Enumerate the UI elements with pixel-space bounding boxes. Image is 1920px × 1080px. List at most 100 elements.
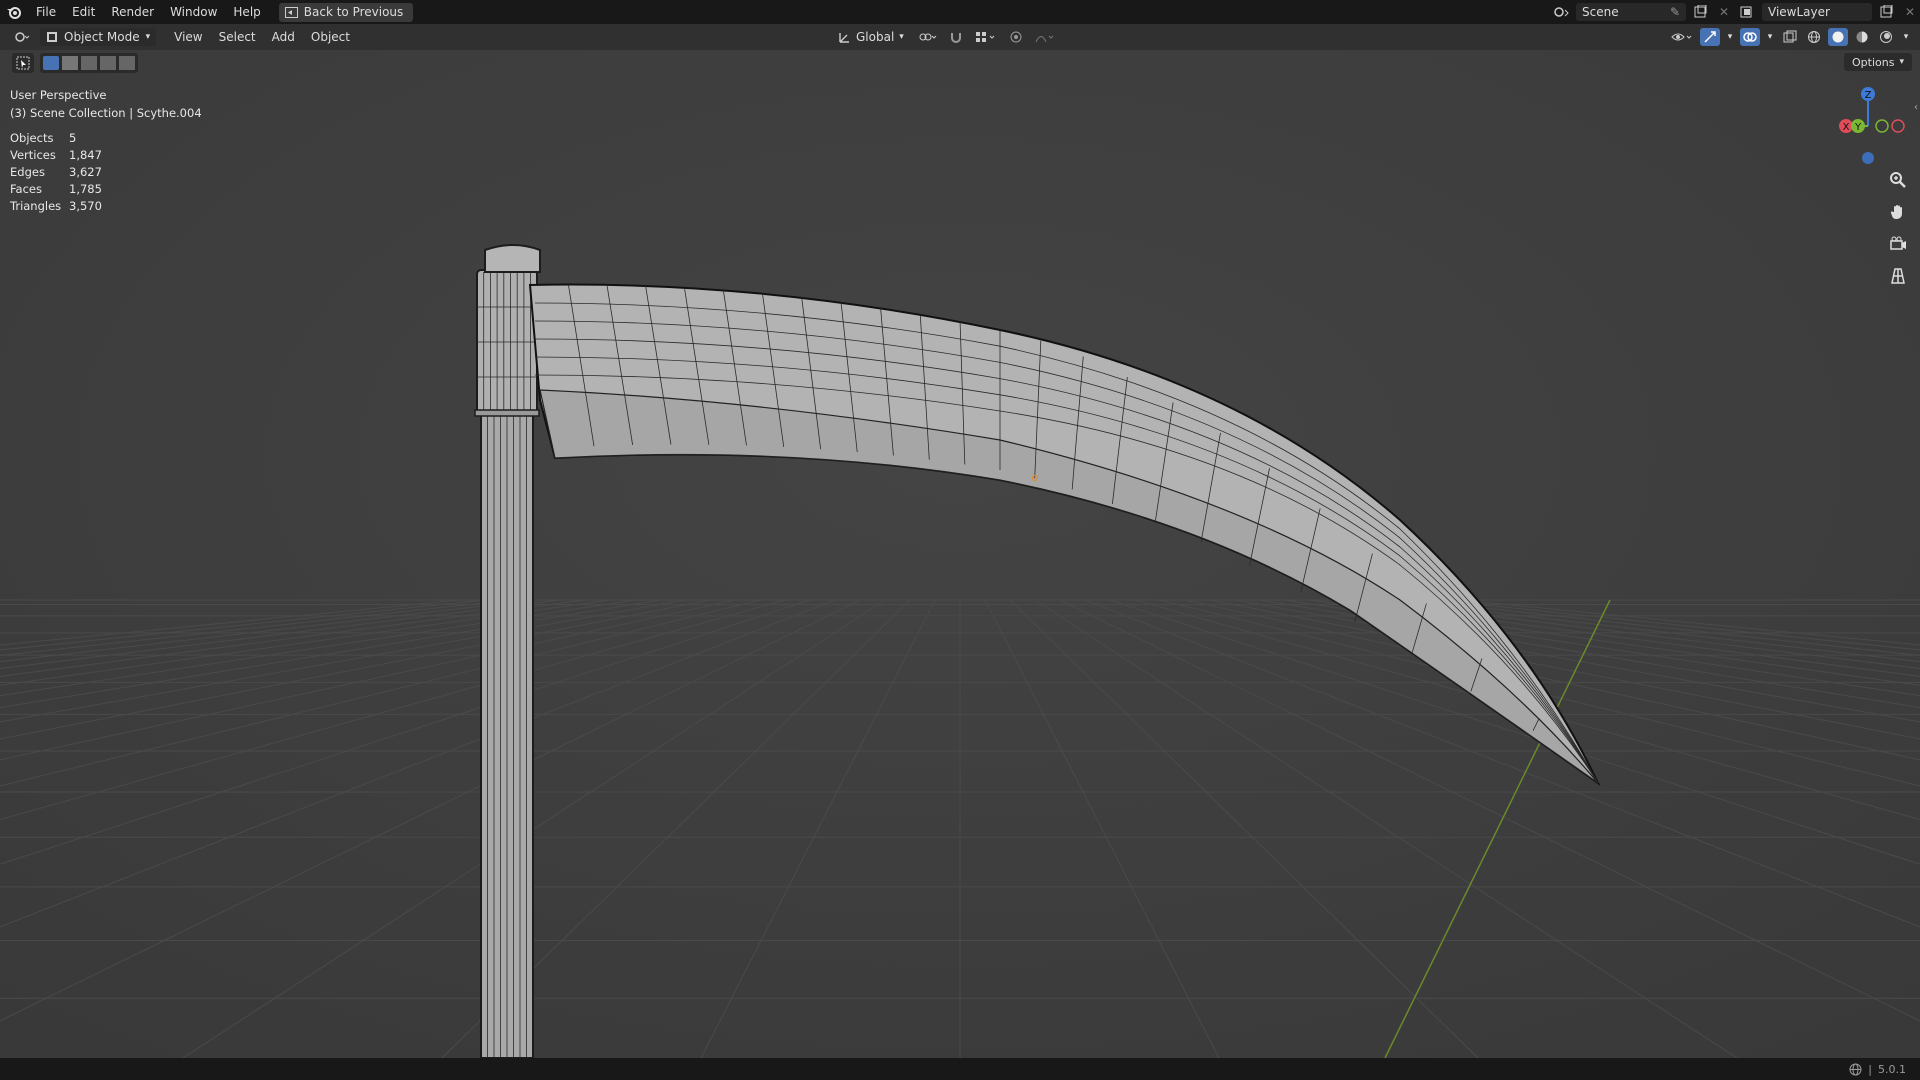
neg-x-axis-handle[interactable] [1891, 119, 1905, 133]
gizmo-dropdown-icon[interactable]: ▾ [1724, 28, 1736, 46]
stat-row: Vertices 1,847 [10, 147, 102, 164]
shading-wireframe-icon[interactable] [1804, 28, 1824, 46]
select-intersect-icon[interactable] [119, 56, 135, 70]
menu-select[interactable]: Select [211, 30, 264, 44]
workspace-right: Scene ✎ ✕ ViewLayer ✕ [1552, 0, 1920, 24]
object-mode-icon [47, 32, 57, 42]
gizmo-toggle-icon[interactable] [1700, 28, 1720, 46]
select-invert-icon[interactable] [100, 56, 116, 70]
select-new-icon[interactable] [43, 56, 59, 70]
delete-scene-icon[interactable]: ✕ [1714, 3, 1734, 21]
view-layer-name: ViewLayer [1768, 5, 1830, 19]
stat-value: 3,627 [69, 165, 102, 179]
sidebar-toggle-icon[interactable]: ‹ [1914, 102, 1918, 113]
overlays-dropdown-icon[interactable]: ▾ [1764, 28, 1776, 46]
viewport-display-tools: ▾ ▾ ▾ [1668, 24, 1912, 50]
status-divider: | [1868, 1062, 1872, 1076]
chevron-down-icon: ▾ [145, 32, 151, 42]
scythe-handle [474, 244, 541, 1058]
orientation-axes-icon [839, 32, 849, 43]
pin-icon[interactable]: ✎ [1670, 5, 1680, 19]
visibility-eye-icon[interactable] [1668, 28, 1696, 46]
x-axis-label: X [1843, 122, 1850, 133]
scene-statistics: Objects 5 Vertices 1,847 Edges 3,627 Faces 1… [10, 130, 102, 215]
overlays-toggle-icon[interactable] [1740, 28, 1760, 46]
camera-view-icon[interactable] [1886, 232, 1910, 256]
scene-type-icon[interactable] [1552, 3, 1572, 21]
viewport-info: User Perspective (3) Scene Collection | … [10, 86, 202, 122]
editor-type-icon[interactable] [10, 28, 34, 46]
chevron-down-icon: ▾ [899, 32, 904, 42]
zoom-icon[interactable] [1886, 168, 1910, 192]
menu-file[interactable]: File [28, 0, 64, 24]
menu-edit[interactable]: Edit [64, 0, 103, 24]
orientation-label: Global [856, 30, 895, 44]
3d-viewport[interactable] [0, 50, 1920, 1058]
stat-label: Triangles [10, 199, 62, 213]
stat-label: Edges [10, 165, 45, 179]
blender-logo-icon[interactable] [0, 0, 28, 24]
snap-increment-icon[interactable] [972, 28, 1000, 46]
chevron-down-icon: ▾ [1899, 57, 1904, 67]
pan-hand-icon[interactable] [1886, 200, 1910, 224]
pivot-point-icon[interactable] [914, 28, 940, 46]
perspective-label: User Perspective [10, 88, 107, 102]
delete-view-layer-icon[interactable]: ✕ [1900, 3, 1920, 21]
viewport-header: Object Mode ▾ View Select Add Object Glo… [0, 24, 1920, 50]
menu-view[interactable]: View [166, 30, 210, 44]
stat-label: Objects [10, 131, 54, 145]
view-layer-selector[interactable]: ViewLayer [1762, 3, 1872, 21]
menu-object[interactable]: Object [303, 30, 358, 44]
stat-label: Faces [10, 182, 42, 196]
new-view-layer-icon[interactable] [1876, 3, 1896, 21]
stat-row: Triangles 3,570 [10, 198, 102, 215]
back-to-previous-label: Back to Previous [303, 5, 404, 19]
selection-mode-group [40, 53, 138, 73]
object-mode-dropdown[interactable]: Object Mode ▾ [40, 28, 157, 46]
scene-name: Scene [1582, 5, 1619, 19]
menu-help[interactable]: Help [225, 0, 268, 24]
scene-selector[interactable]: Scene ✎ [1576, 3, 1686, 21]
back-screen-icon [284, 6, 298, 18]
options-label: Options [1852, 55, 1895, 69]
shading-rendered-icon[interactable] [1876, 28, 1896, 46]
navigation-gizmo[interactable]: Z X Y [1830, 82, 1910, 172]
collection-label: (3) Scene Collection | Scythe.004 [10, 106, 202, 120]
stat-value: 5 [69, 131, 77, 145]
stat-row: Objects 5 [10, 130, 102, 147]
back-to-previous-button[interactable]: Back to Previous [278, 2, 414, 22]
shading-dropdown-icon[interactable]: ▾ [1900, 28, 1912, 46]
new-scene-icon[interactable] [1690, 3, 1710, 21]
mode-label: Object Mode [64, 30, 140, 44]
falloff-curve-icon[interactable] [1032, 28, 1060, 46]
status-bar: | 5.0.1 [0, 1058, 1920, 1080]
shading-material-icon[interactable] [1852, 28, 1872, 46]
ortho-grid-icon[interactable] [1886, 264, 1910, 288]
menu-add[interactable]: Add [264, 30, 303, 44]
stat-value: 1,785 [69, 182, 102, 196]
neg-z-axis-handle[interactable] [1862, 152, 1874, 164]
stat-row: Edges 3,627 [10, 164, 102, 181]
options-dropdown[interactable]: Options ▾ [1844, 53, 1912, 71]
menu-window[interactable]: Window [162, 0, 225, 24]
menu-render[interactable]: Render [103, 0, 162, 24]
xray-toggle-icon[interactable] [1780, 28, 1800, 46]
view-layer-type-icon[interactable] [1738, 3, 1758, 21]
stat-value: 3,570 [69, 199, 102, 213]
y-axis-label: Y [1854, 122, 1862, 133]
z-axis-label: Z [1865, 90, 1872, 101]
stat-row: Faces 1,785 [10, 181, 102, 198]
stat-value: 1,847 [69, 148, 102, 162]
select-tool-icon[interactable] [12, 53, 34, 73]
shading-solid-icon[interactable] [1828, 28, 1848, 46]
select-subtract-icon[interactable] [81, 56, 97, 70]
stat-label: Vertices [10, 148, 56, 162]
transform-tools: Global ▾ [834, 24, 1060, 50]
neg-y-axis-handle[interactable] [1875, 119, 1889, 133]
proportional-editing-icon[interactable] [1006, 28, 1026, 46]
select-extend-icon[interactable] [62, 56, 78, 70]
snap-toggle-icon[interactable] [946, 28, 966, 46]
top-menu-bar: File Edit Render Window Help Back to Pre… [0, 0, 1920, 24]
version-label: 5.0.1 [1878, 1062, 1906, 1076]
transform-orientation-dropdown[interactable]: Global ▾ [834, 28, 908, 46]
